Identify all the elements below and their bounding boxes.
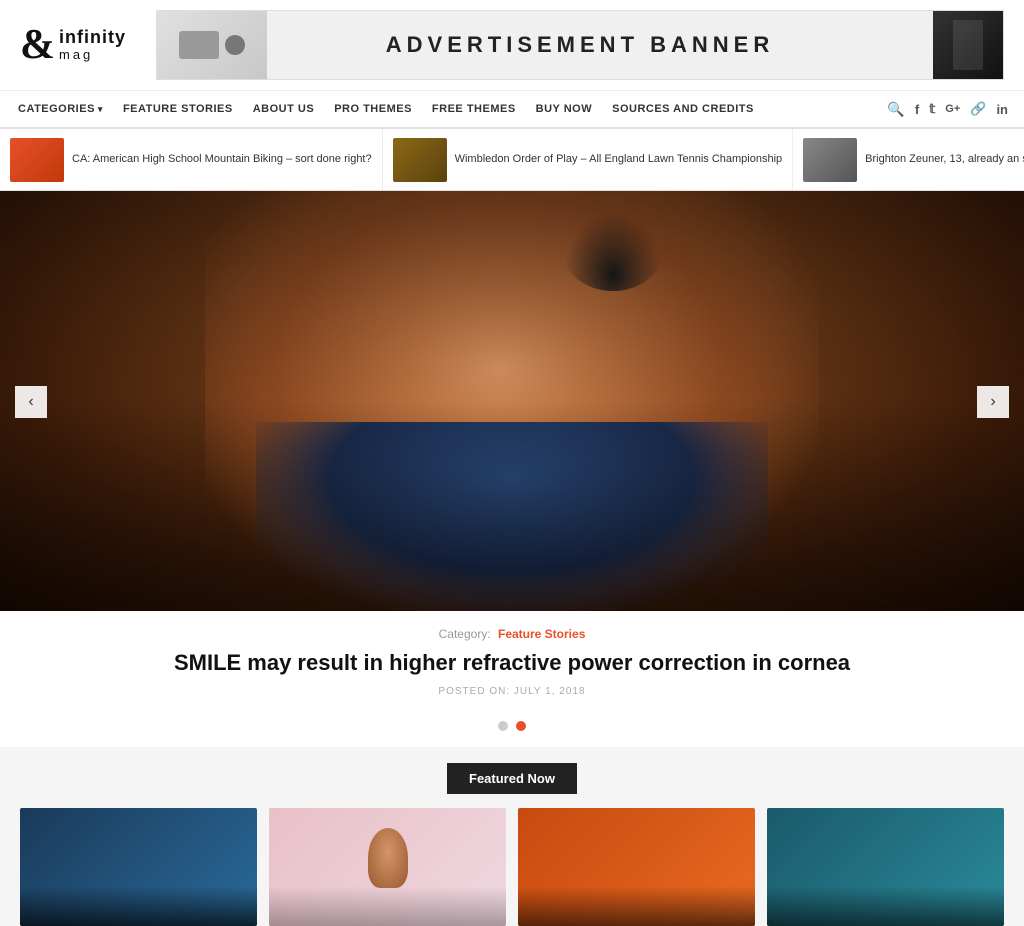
featured-label: Featured Now xyxy=(447,763,577,794)
nav-item-free-themes[interactable]: FREE THEMES xyxy=(422,91,526,127)
dropdown-arrow: ▾ xyxy=(98,104,103,115)
ticker-thumbnail-3 xyxy=(803,138,857,182)
hero-category: Category: Feature Stories xyxy=(120,627,904,641)
linkedin-icon[interactable]: in xyxy=(996,102,1008,117)
ticker-text-1: CA: American High School Mountain Biking… xyxy=(72,152,372,167)
logo-ampersand: & xyxy=(20,24,55,66)
ticker-text-3: Brighton Zeuner, 13, already an skateboa… xyxy=(865,152,1024,167)
link-icon[interactable]: 🔗 xyxy=(970,101,986,117)
nav-item-about-us[interactable]: ABOUT US xyxy=(243,91,324,127)
main-nav: CATEGORIES ▾ FEATURE STORIES ABOUT US PR… xyxy=(0,91,1024,129)
hero-next-button[interactable]: › xyxy=(977,386,1009,418)
featured-card-2[interactable] xyxy=(269,808,506,926)
site-header: & infinity mag ADVERTISEMENT BANNER xyxy=(0,0,1024,91)
hero-slider: ‹ › Category: Feature Stories SMILE may … xyxy=(0,191,1024,747)
hero-category-link[interactable]: Feature Stories xyxy=(498,627,585,641)
ticker-item-2[interactable]: Wimbledon Order of Play – All England La… xyxy=(383,129,794,190)
nav-items: CATEGORIES ▾ FEATURE STORIES ABOUT US PR… xyxy=(8,91,764,127)
hero-dot-2[interactable] xyxy=(516,721,526,731)
featured-grid xyxy=(20,808,1004,926)
ad-right-decoration xyxy=(933,11,1003,79)
nav-item-pro-themes[interactable]: PRO THEMES xyxy=(324,91,422,127)
hero-title[interactable]: SMILE may result in higher refractive po… xyxy=(120,649,904,678)
hero-dots xyxy=(0,711,1024,747)
twitter-icon[interactable]: 𝕥 xyxy=(929,101,935,117)
logo-line1: infinity xyxy=(59,28,126,48)
featured-card-4[interactable] xyxy=(767,808,1004,926)
ad-text: ADVERTISEMENT BANNER xyxy=(386,32,774,58)
ad-left-decoration xyxy=(157,11,267,79)
googleplus-icon[interactable]: G+ xyxy=(945,103,960,115)
ticker-item-3[interactable]: Brighton Zeuner, 13, already an skateboa… xyxy=(793,129,1024,190)
ticker-item-1[interactable]: CA: American High School Mountain Biking… xyxy=(0,129,383,190)
featured-section: Featured Now xyxy=(0,747,1024,926)
hero-caption: Category: Feature Stories SMILE may resu… xyxy=(0,611,1024,697)
logo[interactable]: & infinity mag xyxy=(20,24,126,66)
ad-banner: ADVERTISEMENT BANNER xyxy=(156,10,1004,80)
hero-date: POSTED ON: JULY 1, 2018 xyxy=(120,686,904,697)
featured-card-3[interactable] xyxy=(518,808,755,926)
logo-line2: mag xyxy=(59,48,126,62)
nav-item-sources-credits[interactable]: SOURCES AND CREDITS xyxy=(602,91,764,127)
featured-card-1[interactable] xyxy=(20,808,257,926)
nav-item-buy-now[interactable]: BUY NOW xyxy=(526,91,602,127)
nav-social-icons: 🔍 f 𝕥 G+ 🔗 in xyxy=(879,101,1016,118)
facebook-icon[interactable]: f xyxy=(915,102,919,117)
ticker-thumbnail-1 xyxy=(10,138,64,182)
logo-text: infinity mag xyxy=(59,28,126,62)
search-icon[interactable]: 🔍 xyxy=(887,101,904,118)
ticker-thumbnail-2 xyxy=(393,138,447,182)
nav-item-feature-stories[interactable]: FEATURE STORIES xyxy=(113,91,243,127)
featured-label-wrapper: Featured Now xyxy=(20,763,1004,794)
hero-image xyxy=(0,191,1024,611)
news-ticker: CA: American High School Mountain Biking… xyxy=(0,129,1024,191)
hero-prev-button[interactable]: ‹ xyxy=(15,386,47,418)
hero-dot-1[interactable] xyxy=(498,721,508,731)
nav-item-categories[interactable]: CATEGORIES ▾ xyxy=(8,91,113,127)
ticker-text-2: Wimbledon Order of Play – All England La… xyxy=(455,152,783,167)
